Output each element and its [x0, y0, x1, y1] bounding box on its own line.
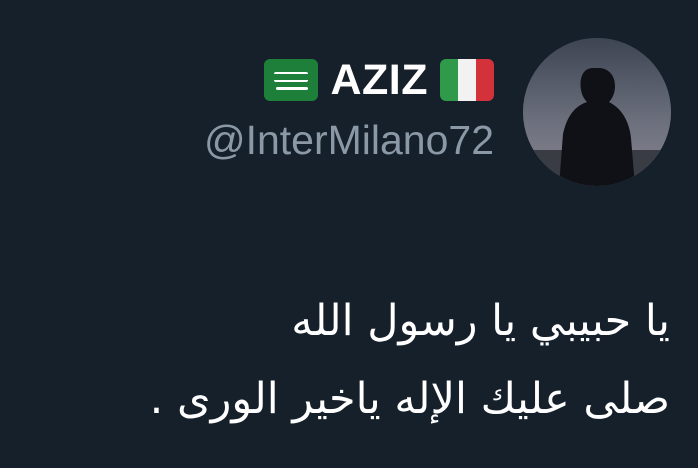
avatar[interactable]	[523, 38, 671, 186]
name-row: AZIZ	[204, 52, 494, 108]
saudi-arabia-flag-icon	[264, 59, 319, 101]
author-info: AZIZ @InterMilano72	[204, 52, 494, 161]
tweet-text-line: يا حبيبي يا رسول الله	[291, 296, 670, 346]
tweet-text-line: صلى عليك الإله ياخير الورى .	[149, 374, 670, 424]
display-name[interactable]: AZIZ	[330, 58, 428, 102]
tweet-card: AZIZ @InterMilano72 يا حبيبي يا رسول الل…	[0, 0, 698, 468]
user-handle[interactable]: @InterMilano72	[204, 120, 494, 161]
avatar-silhouette-icon	[523, 38, 671, 186]
tweet-text: يا حبيبي يا رسول الله صلى عليك الإله ياخ…	[30, 282, 670, 438]
italy-flag-icon	[440, 59, 494, 101]
